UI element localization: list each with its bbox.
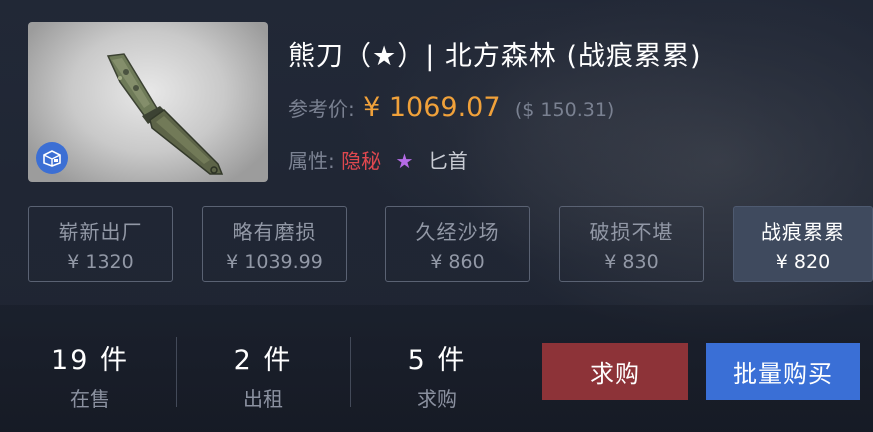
rarity-value: 隐秘 [341, 149, 382, 173]
stat-count: 2 件 [233, 345, 293, 376]
wear-option-field-tested[interactable]: 久经沙场 ¥ 860 [385, 206, 530, 282]
stat-count: 5 件 [407, 345, 467, 376]
attribute-row: 属性: 隐秘 ★ 匕首 [288, 145, 468, 174]
divider [176, 337, 177, 407]
price-label: 参考价: [288, 97, 355, 121]
stat-label: 出租 [243, 387, 283, 411]
wear-option-minimal-wear[interactable]: 略有磨损 ¥ 1039.99 [202, 206, 347, 282]
wear-price: ¥ 1039.99 [226, 251, 323, 273]
star-icon: ★ [395, 149, 414, 173]
stat-label: 求购 [417, 387, 457, 411]
case-box-icon[interactable] [36, 142, 68, 174]
bulk-buy-button[interactable]: 批量购买 [706, 343, 860, 400]
wear-option-well-worn[interactable]: 破损不堪 ¥ 830 [559, 206, 704, 282]
item-thumbnail[interactable] [28, 22, 268, 182]
price-row: 参考价: ¥ 1069.07 ($ 150.31) [288, 92, 614, 123]
wear-option-factory-new[interactable]: 崭新出厂 ¥ 1320 [28, 206, 173, 282]
knife-image [106, 53, 224, 175]
wear-price: ¥ 830 [604, 251, 659, 273]
wear-name: 战痕累累 [761, 220, 845, 244]
price-usd: ($ 150.31) [514, 99, 615, 121]
wear-name: 崭新出厂 [58, 220, 143, 244]
wear-name: 略有磨损 [232, 220, 317, 244]
weapon-type: 匕首 [427, 149, 468, 173]
stat-label: 在售 [70, 387, 110, 411]
divider [350, 337, 351, 407]
stat-count: 19 件 [51, 345, 129, 376]
wear-price: ¥ 1320 [67, 251, 134, 273]
stat-on-sale[interactable]: 19 件 在售 [15, 338, 165, 412]
wear-option-battle-scarred[interactable]: 战痕累累 ¥ 820 [733, 206, 873, 282]
attribute-label: 属性: [288, 149, 335, 173]
wear-name: 破损不堪 [589, 220, 674, 244]
wear-name: 久经沙场 [415, 220, 500, 244]
item-title: 熊刀（★）| 北方森林 (战痕累累) [288, 41, 702, 72]
buy-request-button[interactable]: 求购 [542, 343, 688, 400]
price-cny: ¥ 1069.07 [363, 92, 501, 123]
stat-rental[interactable]: 2 件 出租 [188, 338, 338, 412]
stat-buy-orders[interactable]: 5 件 求购 [362, 338, 512, 412]
wear-price: ¥ 860 [430, 251, 485, 273]
wear-price: ¥ 820 [775, 251, 831, 273]
